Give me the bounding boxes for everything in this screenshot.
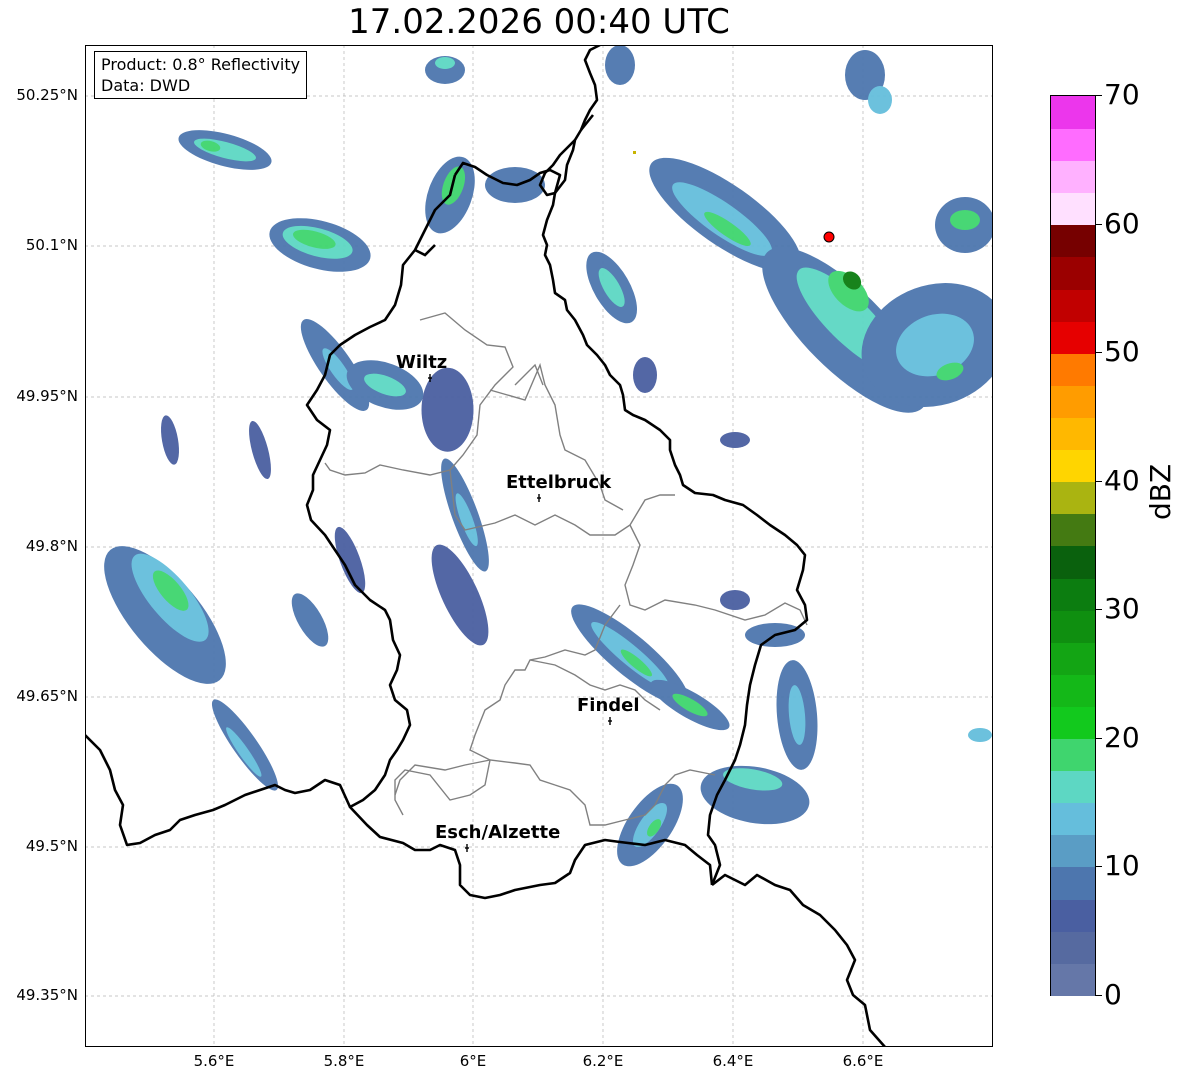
- colorbar-segment: [1051, 609, 1095, 643]
- lat-tick: 49.8°N: [25, 537, 78, 555]
- colorbar-segment: [1051, 866, 1095, 900]
- colorbar-tick-mark: [1096, 223, 1102, 225]
- lat-tick: 50.25°N: [16, 86, 78, 104]
- colorbar-segment: [1051, 288, 1095, 322]
- lon-tick: 5.6°E: [193, 1052, 235, 1070]
- colorbar-segment: [1051, 352, 1095, 386]
- data-source-label: Data: DWD: [101, 76, 191, 95]
- colorbar-segment: [1051, 898, 1095, 932]
- city-label: Ettelbruck: [506, 472, 612, 493]
- radar-echoes: [104, 45, 993, 867]
- lat-tick: 49.95°N: [16, 387, 78, 405]
- radar-site-marker: [823, 231, 835, 243]
- colorbar-label: dBZ: [1144, 463, 1177, 520]
- colorbar-tick-mark: [1096, 609, 1102, 611]
- lon-tick: 6°E: [459, 1052, 487, 1070]
- colorbar-tick-mark: [1096, 480, 1102, 482]
- colorbar-segment: [1051, 160, 1095, 194]
- colorbar-tick-mark: [1096, 95, 1102, 96]
- lat-tick: 50.1°N: [25, 236, 78, 254]
- lon-tick: 6.4°E: [712, 1052, 754, 1070]
- lat-tick: 49.5°N: [25, 837, 78, 855]
- colorbar-tick-mark: [1096, 352, 1102, 354]
- radar-map[interactable]: Wiltz Ettelbruck Findel Esch/Alzette: [85, 45, 993, 1047]
- city-label: Esch/Alzette: [435, 822, 560, 843]
- lat-tick: 49.35°N: [16, 986, 78, 1004]
- product-label: Product: 0.8° Reflectivity: [101, 55, 301, 74]
- colorbar-tick-label: 70: [1104, 78, 1140, 111]
- colorbar: [1050, 95, 1096, 996]
- lat-tick: 49.65°N: [16, 687, 78, 705]
- colorbar-segment: [1051, 96, 1095, 129]
- colorbar-tick-label: 30: [1104, 592, 1140, 626]
- colorbar-segment: [1051, 738, 1095, 772]
- colorbar-segment: [1051, 962, 1095, 996]
- colorbar-segment: [1051, 256, 1095, 290]
- colorbar-segment: [1051, 545, 1095, 579]
- colorbar-segment: [1051, 834, 1095, 868]
- lon-tick: 5.8°E: [323, 1052, 365, 1070]
- map-title: 17.02.2026 00:40 UTC: [348, 2, 730, 42]
- colorbar-tick-mark: [1096, 866, 1102, 868]
- colorbar-segment: [1051, 320, 1095, 354]
- colorbar-tick-label: 50: [1104, 335, 1140, 369]
- product-info-box: Product: 0.8° Reflectivity Data: DWD: [94, 51, 308, 99]
- colorbar-segment: [1051, 770, 1095, 804]
- colorbar-segment: [1051, 384, 1095, 418]
- colorbar-segment: [1051, 513, 1095, 547]
- colorbar-segment: [1051, 673, 1095, 707]
- colorbar-tick-mark: [1096, 995, 1102, 996]
- colorbar-segment: [1051, 224, 1095, 258]
- city-label: Findel: [577, 695, 640, 716]
- colorbar-segment: [1051, 706, 1095, 740]
- lon-tick: 6.6°E: [842, 1052, 884, 1070]
- colorbar-segment: [1051, 128, 1095, 162]
- colorbar-segment: [1051, 192, 1095, 226]
- colorbar-tick-label: 60: [1104, 206, 1140, 240]
- colorbar-segment: [1051, 449, 1095, 483]
- colorbar-tick-label: 20: [1104, 720, 1140, 754]
- colorbar-segment: [1051, 481, 1095, 515]
- colorbar-segment: [1051, 930, 1095, 964]
- colorbar-tick-label: 40: [1104, 463, 1140, 497]
- colorbar-segment: [1051, 417, 1095, 451]
- colorbar-tick-label: 10: [1104, 849, 1140, 883]
- colorbar-tick-mark: [1096, 737, 1102, 739]
- city-label: Wiltz: [396, 352, 447, 373]
- colorbar-segment: [1051, 802, 1095, 836]
- colorbar-segment: [1051, 641, 1095, 675]
- colorbar-segment: [1051, 577, 1095, 611]
- lon-tick: 6.2°E: [582, 1052, 624, 1070]
- colorbar-tick-label: 0: [1104, 978, 1122, 1011]
